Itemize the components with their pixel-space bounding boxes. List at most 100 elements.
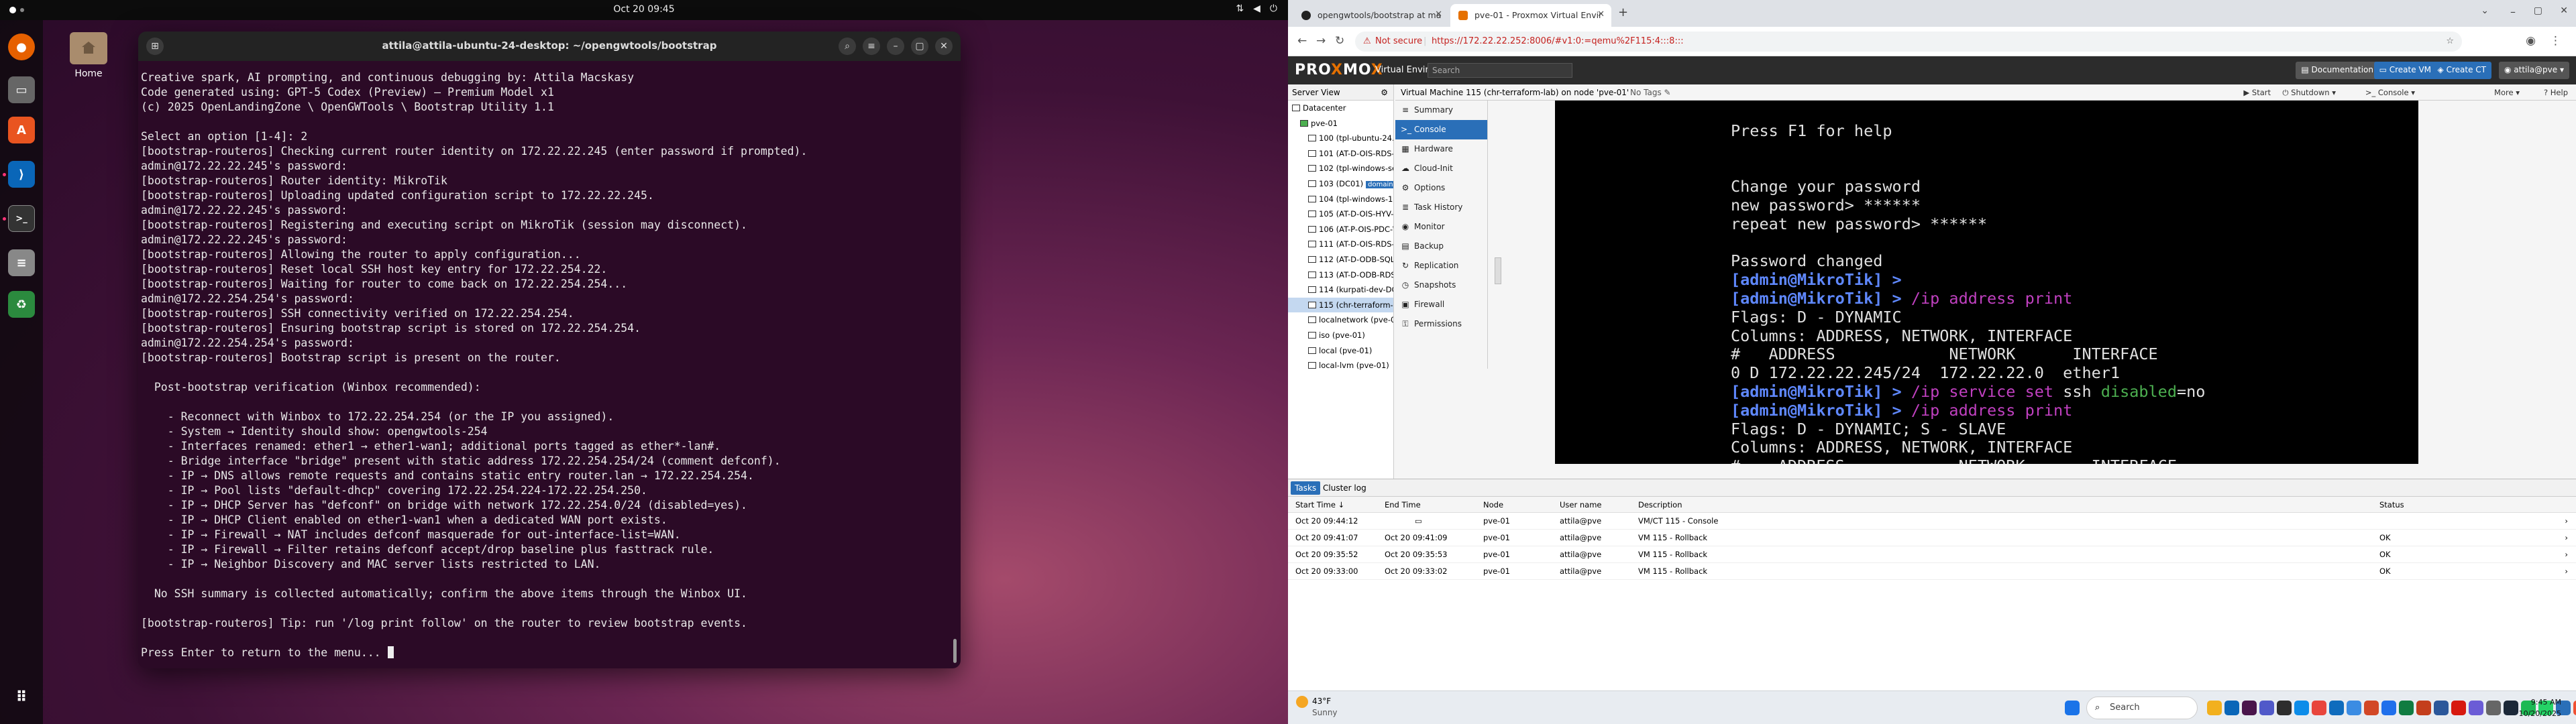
- files-icon[interactable]: [2207, 701, 2222, 715]
- tab-github[interactable]: opengwtools/bootstrap at ma ✕: [1293, 4, 1449, 27]
- security-label[interactable]: Not secure: [1375, 32, 1422, 52]
- tab-proxmox[interactable]: pve-01 - Proxmox Virtual Envir ✕: [1450, 4, 1611, 27]
- calendar-icon[interactable]: [2364, 701, 2379, 715]
- console-output[interactable]: Press F1 for help Change your password new…: [1555, 101, 2418, 464]
- pdf-icon[interactable]: [2451, 701, 2466, 715]
- outlook-icon[interactable]: [2329, 701, 2344, 715]
- tree-item[interactable]: local-lvm (pve-01): [1288, 358, 1393, 373]
- tree-item[interactable]: 106 (AT-P-OIS-PDC-W25-: [1288, 222, 1393, 237]
- notepad-icon[interactable]: [2347, 701, 2361, 715]
- bookmark-star-icon[interactable]: ☆: [2446, 32, 2454, 52]
- firefox-icon[interactable]: ●: [8, 34, 35, 60]
- tree-item[interactable]: 100 (tpl-ubuntu-24.04.3-live: [1288, 131, 1393, 146]
- not-secure-icon[interactable]: ⚠: [1363, 32, 1371, 52]
- terminal-scrollbar[interactable]: [953, 639, 957, 663]
- powerpoint-icon[interactable]: [2416, 701, 2431, 715]
- photos-icon[interactable]: [2469, 701, 2483, 715]
- terminal-icon[interactable]: [2277, 701, 2292, 715]
- tree-item[interactable]: local (pve-01): [1288, 343, 1393, 359]
- nav-item-monitor[interactable]: ◉ Monitor: [1395, 217, 1487, 237]
- system-tray[interactable]: ⇅ ◀ ⏻: [1236, 3, 1277, 14]
- excel-icon[interactable]: [2399, 701, 2414, 715]
- forward-icon[interactable]: →: [1316, 34, 1326, 48]
- tree-item[interactable]: 115 (chr-terraform-lab): [1288, 297, 1393, 313]
- create-ct-button[interactable]: ◈ Create CT: [2432, 62, 2491, 79]
- server-view-selector[interactable]: Server View ⚙: [1288, 84, 1393, 101]
- nav-item-snapshots[interactable]: ◷ Snapshots: [1395, 276, 1487, 295]
- menu-icon[interactable]: ≡: [863, 38, 880, 55]
- nav-item-permissions[interactable]: ⚿ Permissions: [1395, 314, 1487, 334]
- chrome-menu-icon[interactable]: ⋮: [2550, 34, 2561, 48]
- top-bar-clock[interactable]: Oct 20 09:45: [0, 4, 1288, 15]
- terminal-icon[interactable]: >_: [8, 205, 35, 232]
- maximize-icon[interactable]: ▢: [2534, 5, 2542, 16]
- tree-item[interactable]: localnetwork (pve-01): [1288, 312, 1393, 328]
- close-tab-icon[interactable]: ✕: [1435, 9, 1442, 19]
- start-icon[interactable]: [2065, 701, 2080, 715]
- address-bar[interactable]: ⚠ Not secure | https://172.22.22.252:800…: [1355, 32, 2462, 52]
- no-tags-label[interactable]: No Tags ✎: [1630, 88, 1671, 97]
- url-text[interactable]: https://172.22.22.252:8006/#v1:0:=qemu%2…: [1432, 32, 1684, 52]
- table-row[interactable]: Oct 20 09:35:52 Oct 20 09:35:53 pve-01 atti…: [1288, 546, 2576, 563]
- git-icon[interactable]: [2573, 701, 2576, 715]
- profile-icon[interactable]: ◉: [2526, 34, 2536, 48]
- vm-console[interactable]: Press F1 for help Change your password new…: [1555, 101, 2418, 464]
- files-icon[interactable]: ▭: [8, 76, 35, 103]
- search-icon[interactable]: ⌕: [839, 38, 856, 55]
- close-icon[interactable]: ✕: [935, 38, 953, 55]
- nav-item-console[interactable]: >_ Console: [1395, 120, 1487, 139]
- console-button[interactable]: >_ Console ▾: [2365, 86, 2415, 99]
- nav-item-options[interactable]: ⚙ Options: [1395, 178, 1487, 198]
- chevron-right-icon[interactable]: ›: [2565, 530, 2568, 546]
- tree-item[interactable]: 101 (AT-D-OIS-RDS-W25-: [1288, 146, 1393, 162]
- vscode-icon[interactable]: [2224, 701, 2239, 715]
- column-header[interactable]: Description: [1638, 497, 2273, 513]
- reload-icon[interactable]: ↻: [1335, 34, 1344, 48]
- gear-icon[interactable]: ⚙: [1381, 88, 1388, 97]
- app-center-icon[interactable]: A: [8, 117, 35, 143]
- new-tab-button[interactable]: +: [1618, 5, 1628, 19]
- table-row[interactable]: Oct 20 09:33:00 Oct 20 09:33:02 pve-01 atti…: [1288, 563, 2576, 580]
- show-apps-icon[interactable]: ⠿: [8, 684, 35, 711]
- tree-item[interactable]: 112 (AT-D-ODB-SQL-W25-: [1288, 252, 1393, 267]
- column-header[interactable]: User name: [1560, 497, 1638, 513]
- start-button[interactable]: ▶ Start: [2243, 86, 2271, 99]
- store-icon[interactable]: [2381, 701, 2396, 715]
- tree-item[interactable]: pve-01: [1288, 116, 1393, 131]
- column-header[interactable]: End Time: [1385, 497, 1481, 513]
- column-header[interactable]: Start Time ↓: [1295, 497, 1392, 513]
- close-icon[interactable]: ✕: [2560, 5, 2568, 16]
- tree-item[interactable]: 103 (DC01)domaincontrol: [1288, 176, 1393, 192]
- create-vm-button[interactable]: ▭ Create VM: [2373, 62, 2436, 79]
- table-row[interactable]: Oct 20 09:41:07 Oct 20 09:41:09 pve-01 atti…: [1288, 530, 2576, 546]
- settings-icon[interactable]: [2486, 701, 2501, 715]
- close-tab-icon[interactable]: ✕: [1597, 9, 1605, 19]
- more-button[interactable]: More ▾: [2494, 86, 2520, 99]
- minimize-icon[interactable]: –: [2510, 5, 2516, 18]
- proxmox-search-input[interactable]: Search: [1428, 63, 1572, 78]
- nav-item-hardware[interactable]: ▦ Hardware: [1395, 139, 1487, 159]
- tree-item[interactable]: 102 (tpl-windows-server-20: [1288, 161, 1393, 176]
- table-row[interactable]: Oct 20 09:44:12 pve-01 attila@pve VM/CT 115…: [1288, 513, 2576, 530]
- tab-cluster-log[interactable]: Cluster log: [1319, 481, 1371, 495]
- chevron-right-icon[interactable]: ›: [2565, 546, 2568, 563]
- column-header[interactable]: Status: [2379, 497, 2576, 513]
- tree-item[interactable]: iso (pve-01): [1288, 328, 1393, 343]
- chevron-right-icon[interactable]: ›: [2565, 513, 2568, 530]
- vscode-icon[interactable]: ⟩: [8, 161, 35, 188]
- steam-icon[interactable]: [2504, 701, 2518, 715]
- tree-item[interactable]: 114 (kurpati-dev-DC01): [1288, 282, 1393, 298]
- user-menu-button[interactable]: ◉ attila@pve ▾: [2498, 62, 2569, 79]
- trash-icon[interactable]: ♻: [8, 291, 35, 318]
- nav-item-cloud-init[interactable]: ☁ Cloud-Init: [1395, 159, 1487, 178]
- tab-tasks[interactable]: Tasks: [1291, 481, 1321, 495]
- desktop-home-folder[interactable]: Home: [62, 32, 115, 79]
- terminal-output[interactable]: Creative spark, AI prompting, and contin…: [138, 61, 961, 660]
- panel-collapse-handle[interactable]: [1495, 257, 1501, 284]
- terminal-titlebar[interactable]: ⊞ attila@attila-ubuntu-24-desktop: ~/ope…: [138, 32, 961, 61]
- tree-item[interactable]: 111 (AT-D-OIS-RDS-W25-: [1288, 237, 1393, 252]
- shutdown-button[interactable]: ⏻ Shutdown ▾: [2282, 86, 2336, 99]
- weather-widget[interactable]: 43°F Sunny: [1296, 696, 1338, 717]
- taskbar-clock[interactable]: 9:45 AM 10/20/2025: [2519, 697, 2561, 719]
- tab-search-icon[interactable]: ⌄: [2481, 5, 2489, 16]
